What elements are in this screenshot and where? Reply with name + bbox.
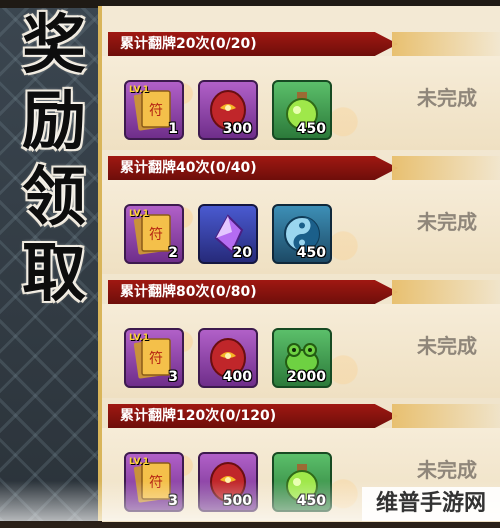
status-label: 未完成 [417,86,477,110]
title-char: 领 [22,160,86,235]
status-label: 未完成 [417,334,477,358]
reward-item-green-frog[interactable]: 2000 [272,328,332,388]
reward-row: 累计翻牌40次(0/40) 符 LV.1 2 20 450 未完成 [102,156,500,280]
item-count: 1 [168,121,178,137]
item-count: 2000 [287,369,326,385]
title-char: 取 [22,236,86,311]
level-badge: LV.1 [129,457,149,467]
item-count: 450 [296,121,326,137]
reward-row-banner: 累计翻牌20次(0/20) [108,32,398,56]
reward-item-red-gem[interactable]: 300 [198,80,258,140]
reward-item-green-potion[interactable]: 450 [272,80,332,140]
svg-text:符: 符 [149,103,163,119]
reward-item-scroll[interactable]: 符 LV.1 3 [124,328,184,388]
reward-list-panel: 累计翻牌20次(0/20) 符 LV.1 1 300 450 未完成 累计翻牌4… [98,6,500,522]
svg-text:符: 符 [149,351,163,367]
item-count: 300 [222,121,252,137]
item-count: 450 [296,245,326,261]
reward-row-banner: 累计翻牌80次(0/80) [108,280,398,304]
reward-item-scroll[interactable]: 符 LV.1 1 [124,80,184,140]
title-char: 奖 [22,8,86,83]
level-badge: LV.1 [129,85,149,95]
reward-row: 累计翻牌20次(0/20) 符 LV.1 1 300 450 未完成 [102,32,500,156]
reward-item-purple-crystal[interactable]: 20 [198,204,258,264]
svg-text:符: 符 [149,227,163,243]
watermark: 维普手游网 [361,487,500,521]
title-char: 励 [22,84,86,159]
reward-row: 累计翻牌80次(0/80) 符 LV.1 3 400 2000 未完成 [102,280,500,404]
item-count: 400 [222,369,252,385]
item-count: 3 [168,369,178,385]
reward-item-scroll[interactable]: 符 LV.1 2 [124,204,184,264]
level-badge: LV.1 [129,209,149,219]
status-label: 未完成 [417,210,477,234]
item-count: 2 [168,245,178,261]
level-badge: LV.1 [129,333,149,343]
reward-row-banner: 累计翻牌40次(0/40) [108,156,398,180]
reward-claim-title: 奖 励 领 取 [0,0,108,320]
reward-item-blue-yin-yang[interactable]: 450 [272,204,332,264]
reward-row-banner: 累计翻牌120次(0/120) [108,404,398,428]
item-count: 20 [232,245,252,261]
reward-item-red-gem[interactable]: 400 [198,328,258,388]
status-label: 未完成 [417,458,477,482]
